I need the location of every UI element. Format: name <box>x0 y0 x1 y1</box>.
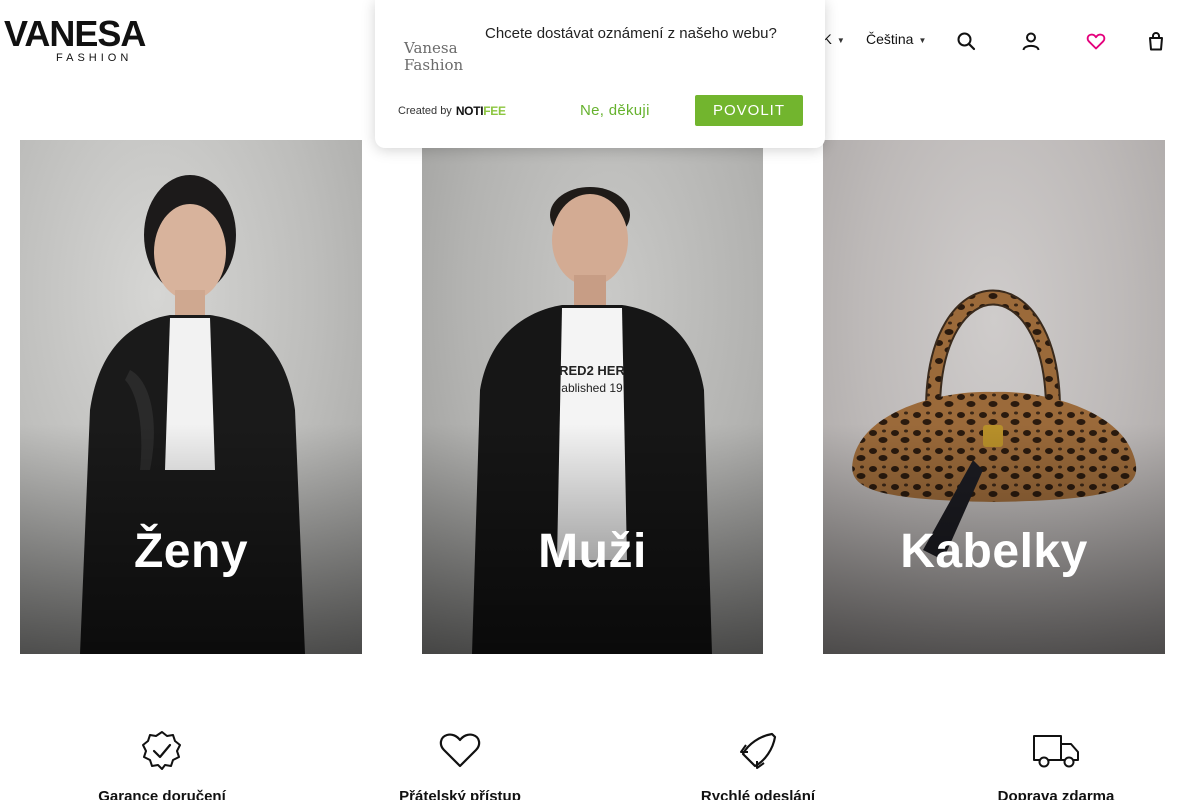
notifee-logo[interactable]: NOTIFEE <box>456 104 506 118</box>
popup-logo-line1: Vanesa <box>404 39 458 57</box>
feature-delivery-guarantee: Garance doručení <box>32 730 292 800</box>
category-tile-women[interactable]: Ženy <box>20 140 362 654</box>
feature-fast-dispatch: Rychlé odeslání <box>628 730 888 800</box>
category-label: Ženy <box>133 525 249 578</box>
created-by: Created by NOTIFEE <box>398 104 506 118</box>
cart-icon[interactable] <box>1143 28 1169 54</box>
allow-button[interactable]: POVOLIT <box>695 95 803 126</box>
heart-icon[interactable] <box>1083 28 1109 54</box>
category-label: Kabelky <box>900 525 1088 578</box>
chevron-down-icon: ▼ <box>918 35 927 45</box>
language-selector[interactable]: Čeština ▼ <box>866 31 926 47</box>
popup-question: Chcete dostávat oznámení z našeho webu? <box>485 25 777 42</box>
notifee-logo-part1: NOTI <box>455 104 484 118</box>
svg-text:RED2 HER: RED2 HER <box>559 363 625 378</box>
category-tile-men[interactable]: RED2 HER ablished 19 Muži <box>422 140 763 654</box>
feature-title: Přátelský přístup <box>399 788 521 800</box>
user-icon[interactable] <box>1018 28 1044 54</box>
decline-button[interactable]: Ne, děkuji <box>580 97 650 123</box>
badge-check-icon <box>142 731 181 770</box>
feature-free-shipping: Doprava zdarma <box>926 730 1186 800</box>
brand-tagline: FASHION <box>56 52 133 64</box>
heart-outline-icon <box>439 733 481 768</box>
chevron-down-icon: ▼ <box>836 35 845 45</box>
feature-friendly-approach: Přátelský přístup <box>330 730 590 800</box>
feature-title: Garance doručení <box>98 788 226 800</box>
notification-permission-popup: Vanesa Fashion Chcete dostávat oznámení … <box>375 0 825 148</box>
popup-logo-line2: Fashion <box>404 56 464 74</box>
notifee-logo-part2: FEE <box>483 104 506 118</box>
category-label: Muži <box>538 525 647 578</box>
popup-brand-logo: Vanesa Fashion <box>404 40 463 74</box>
category-tile-handbags[interactable]: Kabelky <box>823 140 1165 654</box>
brand-name: VANESA <box>4 13 146 54</box>
delivery-truck-icon <box>1033 735 1079 768</box>
search-icon[interactable] <box>953 28 979 54</box>
created-by-label: Created by <box>398 105 452 117</box>
rocket-icon <box>740 732 777 769</box>
feature-title: Doprava zdarma <box>997 788 1115 800</box>
feature-title: Rychlé odeslání <box>700 788 816 800</box>
svg-text:ablished 19: ablished 19 <box>561 381 623 395</box>
language-label: Čeština <box>866 31 914 47</box>
brand-logo[interactable]: VANESA FASHION <box>4 16 194 66</box>
